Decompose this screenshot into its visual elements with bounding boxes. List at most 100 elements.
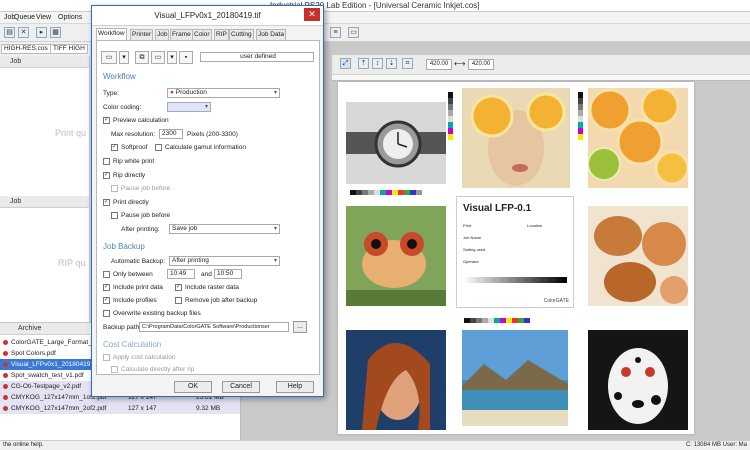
rip-white-checkbox[interactable]: [103, 158, 110, 165]
auto-backup-value: After printing: [172, 257, 209, 264]
rip-queue-placeholder: RIP qu: [58, 258, 86, 268]
info-label-print: Print: [463, 223, 472, 228]
menu-view[interactable]: View: [36, 14, 51, 21]
pause-before-rip-label: Pause job before: [121, 185, 171, 192]
info-label-job: Job Name: [463, 235, 482, 240]
archive-header[interactable]: Archive: [0, 323, 90, 335]
include-print-label: Include print data: [113, 284, 163, 291]
print-directly-checkbox[interactable]: ✓: [103, 199, 110, 206]
include-profiles-checkbox[interactable]: ✓: [103, 297, 110, 304]
align-top-icon[interactable]: ⇡: [358, 58, 369, 69]
chevron-down-icon: ▾: [273, 90, 277, 96]
menu-queue[interactable]: Queue: [14, 14, 35, 21]
apply-cost-checkbox[interactable]: [103, 354, 110, 361]
color-coding-select[interactable]: ▾: [167, 102, 211, 112]
cancel-button[interactable]: Cancel: [222, 381, 260, 393]
status-disk: C: 13084 MB User: Ma: [685, 442, 747, 448]
preview-calc-label: Preview calculation: [113, 117, 169, 124]
pause-before-print-checkbox[interactable]: [111, 212, 118, 219]
time-to-input[interactable]: 10:50: [214, 269, 242, 279]
tab-job-data[interactable]: Job Data: [256, 29, 287, 40]
type-select[interactable]: ● Production ▾: [167, 88, 280, 98]
file-status-icon: [3, 384, 8, 389]
new-job-icon[interactable]: ▤: [4, 27, 15, 38]
align-down-icon[interactable]: ⇣: [386, 58, 397, 69]
align-mid-icon[interactable]: ↕: [372, 58, 383, 69]
preview-calc-checkbox[interactable]: ✓: [103, 117, 110, 124]
rip-queue-panel: Job RIP qu: [0, 196, 90, 322]
dialog-titlebar[interactable]: Visual_LFPv0x1_20180419.tif ✕: [92, 6, 323, 26]
save-icon[interactable]: ▪: [179, 51, 193, 64]
max-res-input[interactable]: 2300: [159, 129, 183, 139]
file-status-icon: [3, 362, 8, 367]
include-raster-checkbox[interactable]: ✓: [175, 284, 182, 291]
browse-button[interactable]: ...: [293, 321, 307, 333]
rip-queue-header[interactable]: Job: [0, 196, 89, 208]
tab-job[interactable]: Job: [155, 29, 170, 40]
file-row[interactable]: CMYKOG_127x147mm_2of2.pdf 127 x 147 9.32 M…: [0, 403, 240, 414]
fit-icon[interactable]: ⤢: [340, 58, 351, 69]
status-bar: the online help. C: 13084 MB User: Ma: [0, 440, 750, 450]
crop-icon[interactable]: ⌗: [402, 58, 413, 69]
softproof-label: Softproof: [121, 144, 148, 151]
move-icon[interactable]: ▸: [36, 27, 47, 38]
window-icon[interactable]: ▭: [348, 27, 359, 38]
copy-icon[interactable]: ⧉: [135, 51, 149, 64]
rip-directly-checkbox[interactable]: ✓: [103, 172, 110, 179]
gamut-checkbox[interactable]: [155, 144, 162, 151]
help-button[interactable]: Help: [276, 381, 314, 393]
remove-after-checkbox[interactable]: [175, 297, 182, 304]
after-printing-value: Save job: [172, 225, 198, 232]
chevron-down-icon[interactable]: ▾: [167, 51, 177, 64]
color-bar-right: [578, 92, 583, 140]
file-status-icon: [3, 373, 8, 378]
overwrite-label: Overwrite existing backup files: [113, 310, 201, 317]
only-between-checkbox[interactable]: [103, 271, 110, 278]
orange-slices-photo: [588, 88, 688, 188]
chevron-down-icon[interactable]: ▾: [119, 51, 129, 64]
open-folder-icon[interactable]: ▭: [101, 51, 117, 64]
print-queue-header[interactable]: Job: [0, 56, 89, 68]
pause-before-rip-checkbox[interactable]: [111, 185, 118, 192]
file-name: ColorGATE_Large_Format_T...: [11, 339, 101, 346]
menu-options[interactable]: Options: [58, 14, 82, 21]
after-printing-select[interactable]: Save job ▾: [169, 224, 280, 234]
tab-printer[interactable]: Printer: [130, 29, 154, 40]
tab-workflow[interactable]: Workflow: [96, 28, 127, 40]
file-status-icon: [3, 340, 8, 345]
print-queue-panel: Job Print qu: [0, 56, 90, 196]
preview-sheet[interactable]: Visual LFP-0.1 Print Job Name Setting us…: [338, 82, 694, 434]
print-icon[interactable]: ▦: [50, 27, 61, 38]
auto-backup-select[interactable]: After printing ▾: [169, 256, 280, 266]
preset-field[interactable]: user defined: [200, 52, 314, 62]
tab-cutting[interactable]: Cutting: [229, 29, 254, 40]
tab-color[interactable]: Color: [192, 29, 212, 40]
load-folder-icon[interactable]: ▭: [151, 51, 165, 64]
softproof-checkbox[interactable]: ✓: [111, 144, 118, 151]
ok-button[interactable]: OK: [174, 381, 212, 393]
type-value: Production: [175, 89, 207, 96]
tab-frame[interactable]: Frame: [170, 29, 193, 40]
and-label: and: [201, 271, 212, 278]
backup-path-input[interactable]: C:\ProgramData\ColorGATE Software\Produc…: [139, 322, 289, 332]
delete-icon[interactable]: ✕: [18, 27, 29, 38]
file-status-icon: [3, 406, 8, 411]
time-from-input[interactable]: 10:49: [167, 269, 195, 279]
profile-chip[interactable]: HIGH-RES.cos: [1, 44, 51, 54]
width-input[interactable]: 420.00: [426, 59, 452, 70]
file-status-icon: [3, 395, 8, 400]
tab-rip[interactable]: RIP: [214, 29, 229, 40]
color-bar-bottom: [464, 318, 530, 323]
tiff-chip[interactable]: TIFF HIGH: [50, 44, 88, 54]
height-input[interactable]: 420.00: [468, 59, 494, 70]
calc-after-checkbox[interactable]: [111, 366, 118, 373]
max-res-hint: Pixels (200-3300): [187, 131, 238, 138]
calc-after-label: Calculate directly after rip: [121, 366, 195, 373]
info-card: Visual LFP-0.1 Print Job Name Setting us…: [456, 196, 574, 308]
overwrite-checkbox[interactable]: [103, 310, 110, 317]
link-icon[interactable]: ⟷: [454, 59, 465, 68]
include-print-checkbox[interactable]: ✓: [103, 284, 110, 291]
list-icon[interactable]: ≡: [330, 27, 341, 38]
close-button[interactable]: ✕: [304, 8, 320, 21]
only-between-label: Only between: [113, 271, 153, 278]
